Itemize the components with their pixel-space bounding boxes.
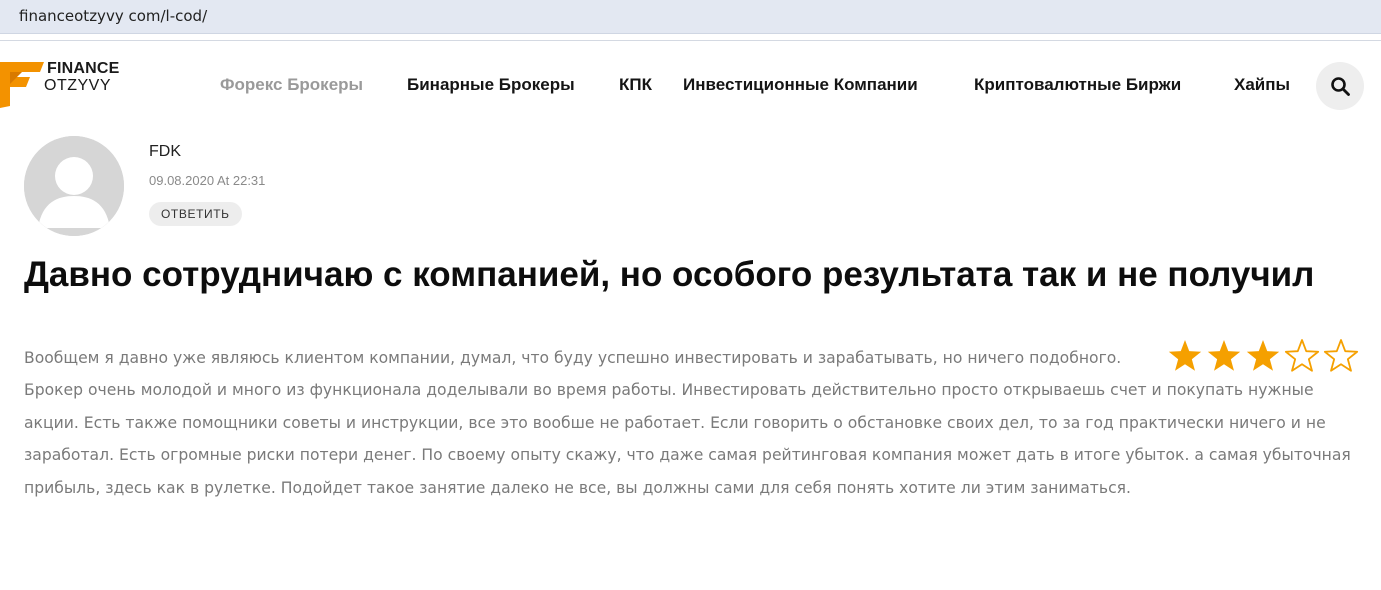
url-text[interactable]: financeotzyvy com/l-cod/	[19, 7, 207, 25]
user-avatar-icon	[24, 136, 124, 236]
nav-item-crypto-exchanges[interactable]: Криптовалютные Биржи	[974, 75, 1181, 95]
comment-body-wrapper: Вообщем я давно уже являюсь клиентом ком…	[24, 342, 1359, 504]
nav-item-binary-brokers[interactable]: Бинарные Брокеры	[407, 75, 575, 95]
comment-body: Вообщем я давно уже являюсь клиентом ком…	[24, 349, 1351, 497]
comment-title: Давно сотрудничаю с компанией, но особог…	[24, 255, 1315, 294]
search-button[interactable]	[1316, 62, 1364, 110]
address-bar[interactable]: financeotzyvy com/l-cod/	[0, 0, 1381, 34]
logo-mark-icon	[0, 62, 44, 108]
divider	[0, 40, 1381, 41]
search-icon	[1331, 77, 1350, 96]
site-logo[interactable]: FINANCE OTZYVY	[0, 60, 140, 108]
comment-date: 09.08.2020 At 22:31	[149, 173, 266, 188]
nav-item-kpk[interactable]: КПК	[619, 75, 652, 95]
reply-button[interactable]: ОТВЕТИТЬ	[149, 202, 242, 226]
stars-spacer	[1154, 342, 1359, 374]
logo-text-otzyvy: OTZYVY	[44, 77, 112, 94]
avatar	[24, 136, 124, 236]
nav-item-forex-brokers[interactable]: Форекс Брокеры	[220, 75, 363, 95]
logo-text-finance: FINANCE	[47, 60, 120, 77]
nav-item-investment-companies[interactable]: Инвестиционные Компании	[683, 75, 918, 95]
comment-author[interactable]: FDK	[149, 143, 181, 161]
nav-item-hyips[interactable]: Хайпы	[1234, 75, 1290, 95]
